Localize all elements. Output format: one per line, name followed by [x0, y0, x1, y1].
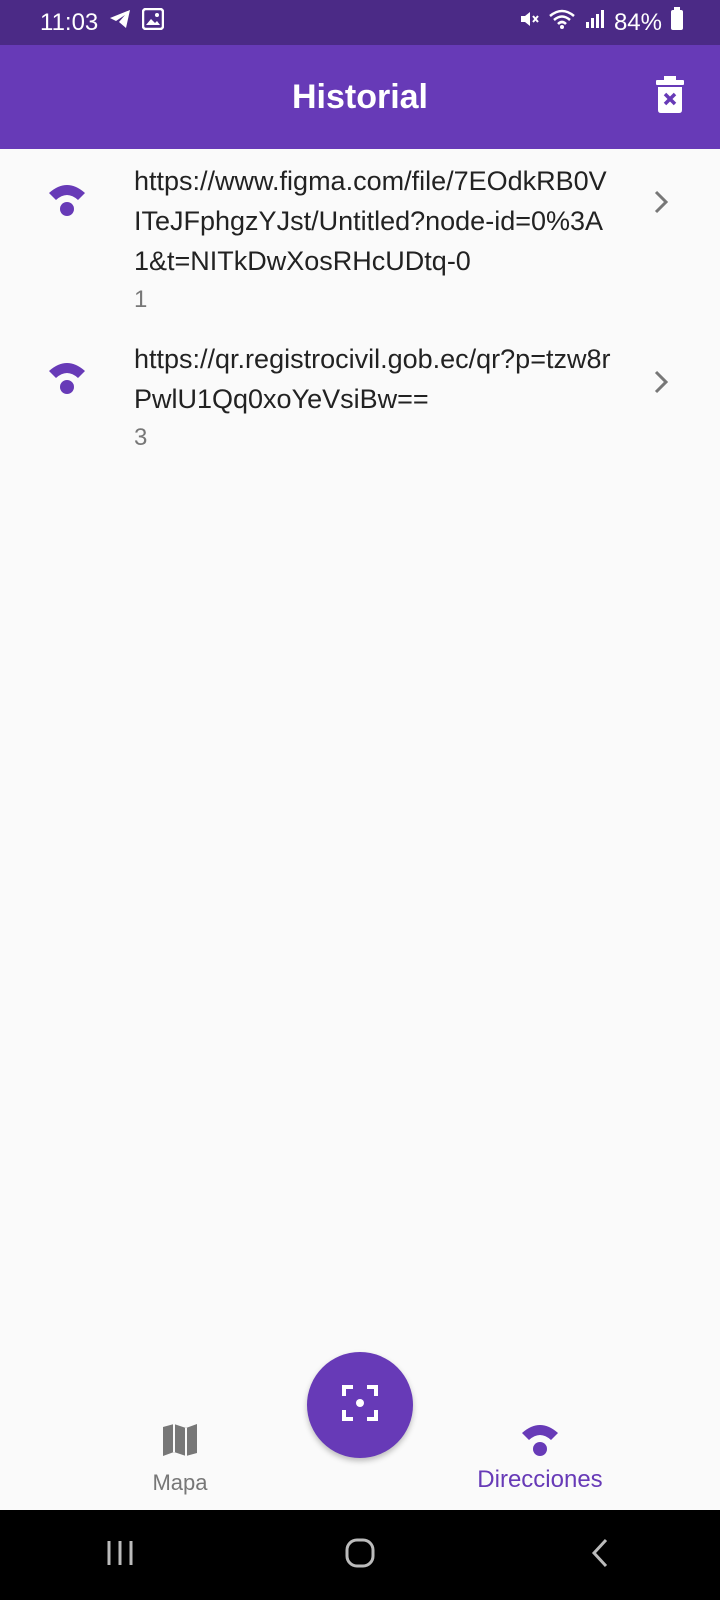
wifi-status-icon	[548, 8, 576, 37]
chevron-right-icon	[646, 187, 676, 217]
history-item-id: 1	[134, 286, 148, 313]
signal-icon	[584, 8, 606, 37]
delete-sweep-icon	[655, 75, 685, 119]
back-button[interactable]	[570, 1525, 630, 1585]
image-icon	[142, 7, 165, 37]
status-bar: 11:03 84%	[0, 0, 720, 45]
history-item-body: https://www.figma.com/file/7EOdkRB0VITeJ…	[134, 161, 614, 317]
recents-button[interactable]	[90, 1525, 150, 1585]
system-nav-bar	[0, 1510, 720, 1600]
history-list: https://www.figma.com/file/7EOdkRB0VITeJ…	[0, 149, 720, 465]
status-right: 84%	[518, 7, 684, 38]
nav-directions-label: Direcciones	[477, 1466, 603, 1493]
wifi-icon	[0, 339, 134, 455]
back-icon	[590, 1538, 610, 1573]
delete-all-button[interactable]	[648, 75, 692, 119]
status-time: 11:03	[40, 8, 99, 36]
wifi-icon	[0, 161, 134, 317]
map-icon	[162, 1423, 198, 1462]
history-item-body: https://qr.registrocivil.gob.ec/qr?p=tzw…	[134, 339, 614, 455]
app-bar: Historial	[0, 45, 720, 149]
history-item-url: https://www.figma.com/file/7EOdkRB0VITeJ…	[134, 166, 607, 276]
nav-map-label: Mapa	[152, 1470, 208, 1495]
page-title: Historial	[291, 77, 429, 116]
battery-icon	[670, 7, 684, 38]
history-item[interactable]: https://www.figma.com/file/7EOdkRB0VITeJ…	[0, 149, 720, 327]
history-item-url: https://qr.registrocivil.gob.ec/qr?p=tzw…	[134, 344, 611, 414]
nav-directions[interactable]: Direcciones	[460, 1421, 620, 1494]
home-icon	[344, 1537, 376, 1574]
bottom-nav: Mapa Direcciones	[0, 1395, 720, 1510]
chevron-right-icon	[646, 367, 676, 397]
home-button[interactable]	[330, 1525, 390, 1585]
wifi-icon	[520, 1421, 560, 1462]
history-item-id: 3	[134, 424, 148, 451]
recents-icon	[105, 1539, 135, 1572]
nav-map[interactable]: Mapa	[130, 1423, 230, 1496]
telegram-icon	[108, 8, 132, 37]
history-item[interactable]: https://qr.registrocivil.gob.ec/qr?p=tzw…	[0, 327, 720, 465]
battery-text: 84%	[613, 8, 662, 36]
status-left: 11:03	[40, 7, 165, 37]
mute-icon	[518, 8, 540, 37]
